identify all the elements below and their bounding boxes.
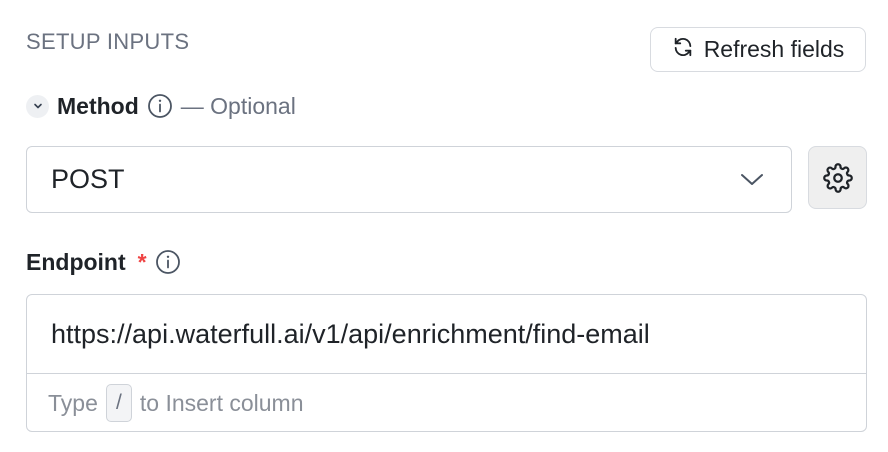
method-label: Method: [57, 92, 139, 119]
endpoint-label: Endpoint: [26, 248, 126, 275]
optional-text: — Optional: [180, 92, 296, 119]
hint-suffix: to Insert column: [139, 389, 304, 416]
refresh-icon: [672, 36, 694, 64]
collapse-toggle[interactable]: [26, 94, 49, 118]
chevron-down-icon: [33, 103, 42, 109]
method-selected-value: POST: [51, 164, 125, 194]
refresh-fields-label: Refresh fields: [703, 36, 845, 62]
method-settings-button[interactable]: [808, 146, 867, 209]
hint-prefix: Type: [48, 389, 98, 416]
endpoint-field-header: Endpoint *: [26, 246, 181, 278]
refresh-fields-button[interactable]: Refresh fields: [650, 27, 866, 72]
insert-column-hint: Type / to Insert column: [27, 374, 866, 431]
method-select[interactable]: POST: [26, 146, 792, 213]
method-field-header: Method — Optional: [26, 90, 296, 122]
slash-key-badge: /: [105, 384, 132, 422]
section-title: SETUP INPUTS: [26, 29, 190, 54]
gear-icon: [822, 162, 853, 193]
endpoint-editor: https://api.waterfull.ai/v1/api/enrichme…: [26, 294, 867, 432]
chevron-down-icon: [741, 174, 763, 185]
info-icon[interactable]: [147, 93, 173, 119]
required-marker: *: [137, 248, 147, 275]
info-icon[interactable]: [155, 249, 181, 275]
endpoint-input[interactable]: https://api.waterfull.ai/v1/api/enrichme…: [27, 295, 866, 374]
